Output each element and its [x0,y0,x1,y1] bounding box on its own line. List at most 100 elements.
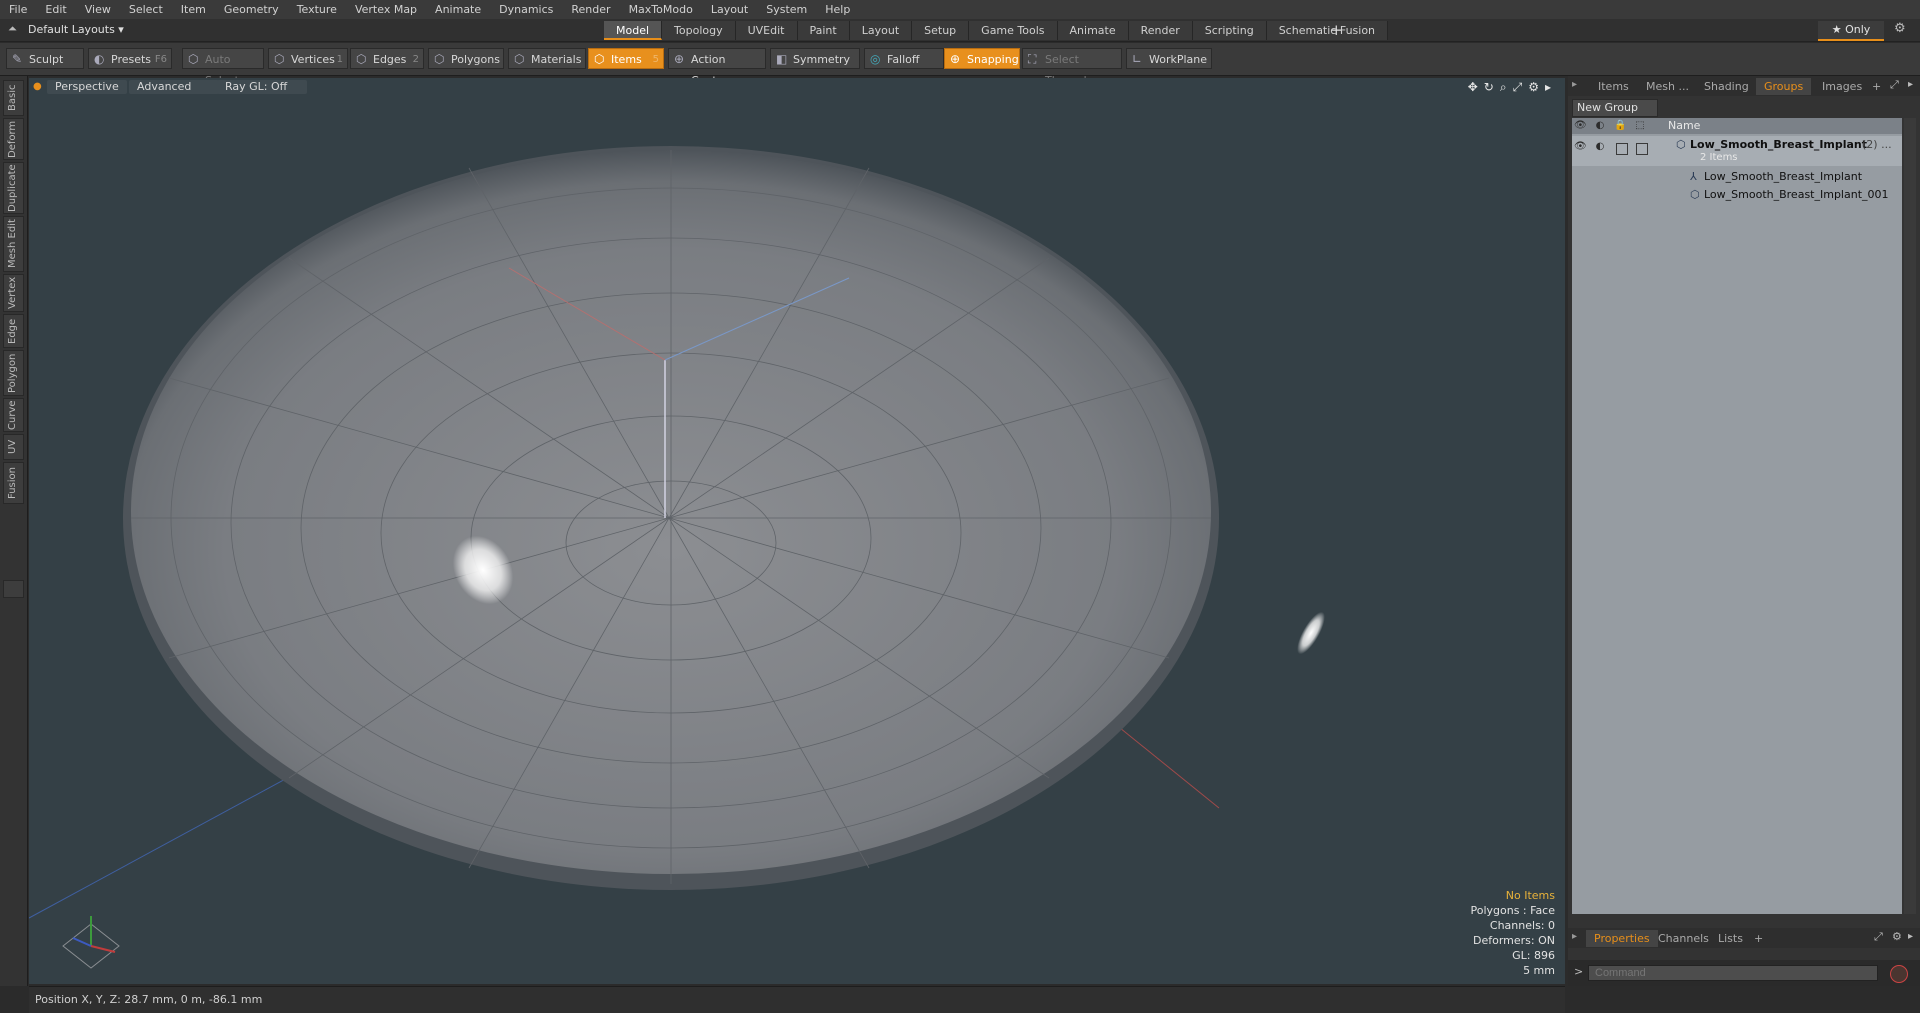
vtab-vertex[interactable]: Vertex [3,274,24,312]
tab-scripting[interactable]: Scripting [1192,21,1267,40]
tab-render[interactable]: Render [1128,21,1193,40]
tab-animate[interactable]: Animate [1057,21,1129,40]
menu-file[interactable]: File [0,0,36,19]
panel-arrow-icon[interactable]: ▸ [1908,79,1913,90]
perspective-button[interactable]: Perspective [47,80,127,94]
polygons-button[interactable]: ⬡ Polygons [428,48,504,69]
select-through-button[interactable]: ⛶Select Through [1022,48,1122,87]
tab-properties[interactable]: Properties [1586,930,1658,947]
lock-checkbox[interactable] [1616,143,1628,155]
tab-groups[interactable]: Groups [1756,78,1812,95]
add-properties-tab-button[interactable]: + [1746,930,1771,947]
vtab-duplicate[interactable]: Duplicate [3,162,24,214]
visibility-toggle-icon[interactable]: 👁 [1574,141,1587,153]
properties-gear-icon[interactable]: ⚙ [1892,930,1902,943]
menu-layout[interactable]: Layout [702,0,757,19]
sculpt-button[interactable]: ✎ Sculpt [6,48,84,69]
tab-images[interactable]: Images [1814,78,1870,95]
menu-dynamics[interactable]: Dynamics [490,0,562,19]
vtab-uv[interactable]: UV [3,434,24,460]
tab-lists[interactable]: Lists [1710,930,1751,947]
menu-select[interactable]: Select [120,0,172,19]
vtab-curve[interactable]: Curve [3,398,24,432]
tab-model[interactable]: Model [604,21,663,40]
tab-items[interactable]: Items [1590,78,1637,95]
rotate-view-icon[interactable]: ↻ [1484,80,1494,95]
tab-channels[interactable]: Channels [1650,930,1717,947]
items-button[interactable]: ⬡ Items 5 [588,48,664,69]
snapping-button[interactable]: ⊕ Snapping [944,48,1020,69]
menu-vertex-map[interactable]: Vertex Map [346,0,426,19]
properties-arrow-icon[interactable]: ▸ [1908,931,1913,942]
fit-view-icon[interactable]: ⤢ [1513,80,1523,95]
tab-mesh[interactable]: Mesh ... [1638,78,1697,95]
visibility-col-icon[interactable]: 👁 [1574,120,1587,132]
menu-texture[interactable]: Texture [288,0,346,19]
materials-button[interactable]: ⬡ Materials [508,48,586,69]
tab-paint[interactable]: Paint [797,21,850,40]
panel-toggle-button[interactable] [3,580,24,598]
falloff-button[interactable]: ◎ Falloff [864,48,944,69]
tree-scrollbar[interactable] [1904,118,1916,914]
presets-button[interactable]: ◐ Presets F6 [88,48,172,69]
collapse-icon[interactable]: ⏶ [8,22,22,38]
menu-view[interactable]: View [76,0,120,19]
tab-uvedit[interactable]: UVEdit [735,21,798,40]
name-column-header[interactable]: Name [1668,119,1700,132]
action-center-button[interactable]: ⊕Action Center [668,48,766,87]
menu-maxtomodo[interactable]: MaxToModo [620,0,702,19]
vtab-edge[interactable]: Edge [3,314,24,348]
advanced-button[interactable]: Advanced [129,80,219,94]
layout-selector[interactable]: Default Layouts ▾ [28,22,124,38]
menu-system[interactable]: System [757,0,816,19]
tab-shading[interactable]: Shading [1696,78,1757,95]
tab-schematic-fusion[interactable]: Schematic Fusion [1266,21,1389,40]
workplane-button[interactable]: ∟ WorkPlane [1126,48,1212,69]
viewport-gear-icon[interactable]: ⚙ [1528,80,1539,95]
vtab-polygon[interactable]: Polygon [3,350,24,396]
symmetry-button[interactable]: ◧ Symmetry [770,48,860,69]
add-tab-button[interactable]: + [1330,21,1343,40]
select-col-icon[interactable]: ⬚ [1634,120,1646,132]
viewport-expand-icon[interactable]: ▸ [1545,80,1551,95]
zoom-icon[interactable]: ⌕ [1500,80,1507,95]
panel-expand-icon[interactable]: ⤢ [1890,78,1899,92]
menu-edit[interactable]: Edit [36,0,75,19]
menu-geometry[interactable]: Geometry [215,0,288,19]
tree-item-row[interactable]: ⅄ Low_Smooth_Breast_Implant [1572,168,1902,186]
only-toggle-button[interactable]: ★ Only [1818,21,1884,41]
vtab-deform[interactable]: Deform [3,118,24,160]
raygl-button[interactable]: Ray GL: Off [217,80,307,94]
add-panel-tab-button[interactable]: + [1864,78,1889,95]
auto-select-button[interactable]: ⬡Auto Select [182,48,264,87]
command-history-button[interactable] [1890,965,1908,983]
group-row[interactable]: 👁 ◐ ⬡ Low_Smooth_Breast_Implant (2) ... … [1572,136,1902,166]
new-group-button[interactable]: New Group [1572,99,1658,117]
menu-item[interactable]: Item [172,0,215,19]
render-col-icon[interactable]: ◐ [1594,120,1606,132]
render-toggle-icon[interactable]: ◐ [1594,141,1606,153]
vtab-fusion[interactable]: Fusion [3,462,24,504]
tree-item-row[interactable]: ⬡ Low_Smooth_Breast_Implant_001 [1572,186,1902,204]
properties-expand-icon[interactable]: ⤢ [1874,930,1883,944]
vtab-mesh-edit[interactable]: Mesh Edit [3,216,24,272]
properties-menu-icon[interactable]: ▸ [1572,931,1577,942]
lock-col-icon[interactable]: 🔒 [1614,120,1626,132]
menu-animate[interactable]: Animate [426,0,490,19]
menu-render[interactable]: Render [562,0,619,19]
panel-menu-icon[interactable]: ▸ [1572,79,1577,90]
vertices-button[interactable]: ⬡ Vertices 1 [268,48,348,69]
edges-button[interactable]: ⬡ Edges 2 [350,48,424,69]
tab-setup[interactable]: Setup [912,21,970,40]
menu-help[interactable]: Help [816,0,859,19]
move-view-icon[interactable]: ✥ [1468,80,1478,95]
vtab-basic[interactable]: Basic [3,80,24,116]
3d-viewport[interactable]: ● Perspective Advanced Ray GL: Off ✥ ↻ ⌕… [29,78,1565,984]
tab-game-tools[interactable]: Game Tools [969,21,1058,40]
gear-icon[interactable]: ⚙ [1894,21,1906,36]
tab-layout[interactable]: Layout [849,21,913,40]
viewport-menu-icon[interactable]: ● [33,81,42,92]
tab-topology[interactable]: Topology [662,21,736,40]
command-input[interactable] [1588,965,1878,981]
select-checkbox[interactable] [1636,143,1648,155]
